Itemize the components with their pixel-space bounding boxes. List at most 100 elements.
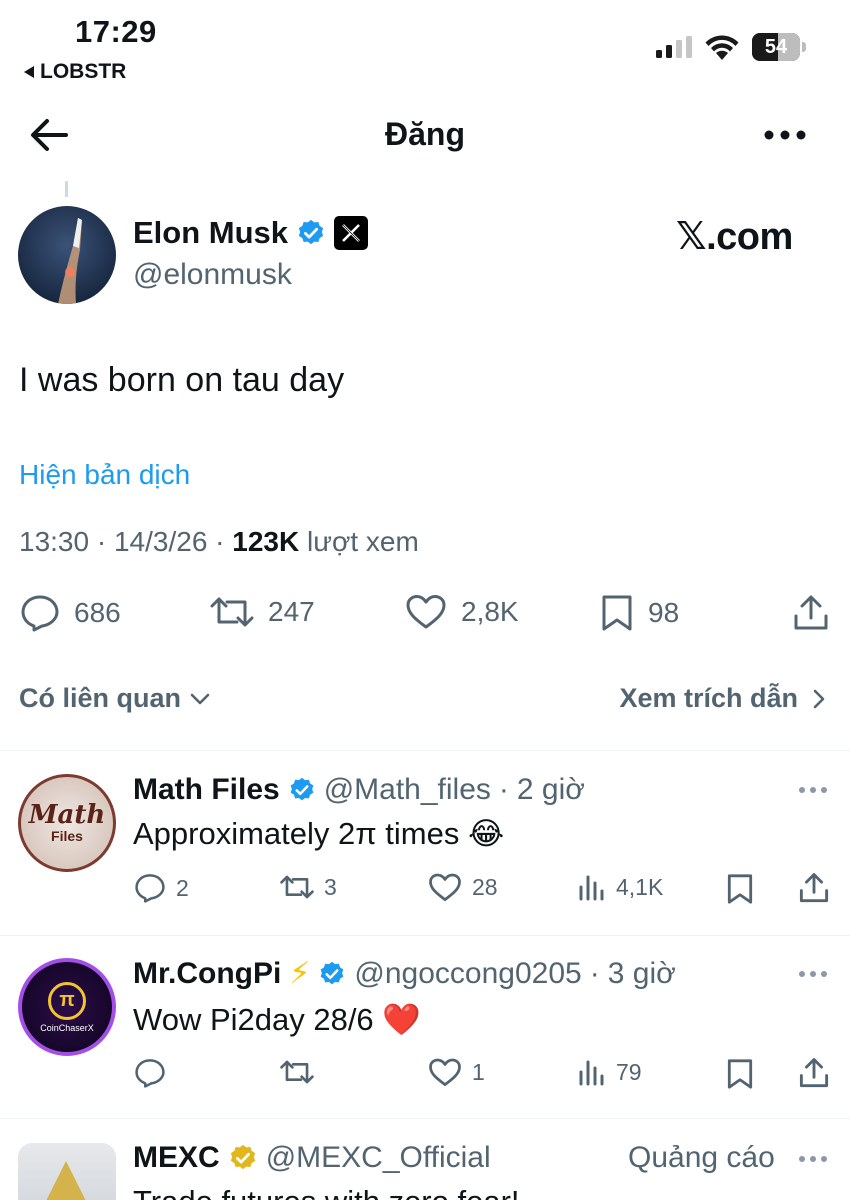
bookmark-icon <box>600 594 634 632</box>
heart-icon <box>428 1058 462 1087</box>
reply-author-name[interactable]: Mr.CongPi <box>133 957 281 991</box>
divider <box>0 1118 850 1119</box>
share-icon[interactable] <box>798 872 830 904</box>
brand-link[interactable]: 𝕏.com <box>676 214 793 259</box>
views-button[interactable]: 4,1K <box>578 873 663 901</box>
avatar-logo-text: Math <box>28 800 106 830</box>
analytics-icon <box>578 1058 606 1086</box>
gold-verified-badge-icon <box>228 1143 258 1173</box>
battery-level: 54 <box>764 36 788 58</box>
sort-relevant-dropdown[interactable]: Có liên quan <box>19 683 211 714</box>
more-options-icon[interactable] <box>798 970 828 978</box>
repost-icon <box>280 873 314 901</box>
avatar[interactable] <box>18 1143 116 1200</box>
lightning-emoji: ⚡ <box>289 957 311 990</box>
reply-count: 686 <box>74 597 121 628</box>
x-affiliate-icon <box>334 216 369 250</box>
translate-link[interactable]: Hiện bản dịch <box>19 459 190 491</box>
mountain-logo-icon <box>46 1161 86 1200</box>
heart-icon <box>428 873 462 902</box>
like-button[interactable]: 2,8K <box>405 594 519 630</box>
author-name-row: Elon Musk <box>133 215 369 251</box>
reply-text: Wow Pi2day 28/6 ❤️ <box>133 1002 421 1037</box>
view-quotes-link[interactable]: Xem trích dẫn <box>619 683 826 714</box>
avatar[interactable]: π CoinChaserX <box>18 958 116 1056</box>
verified-badge-icon <box>318 960 346 988</box>
repost-button[interactable]: 3 <box>280 873 337 901</box>
divider <box>0 935 850 936</box>
avatar-logo-subtext: Files <box>51 828 83 844</box>
status-time: 17:29 <box>75 14 157 49</box>
ad-header: MEXC @MEXC_Official <box>133 1141 491 1175</box>
repost-icon <box>280 1058 314 1086</box>
more-options-icon[interactable] <box>798 786 828 794</box>
reply-icon <box>134 873 166 903</box>
author-name[interactable]: Elon Musk <box>133 215 288 251</box>
battery-icon: 54 <box>752 33 806 61</box>
reply-header: Math Files @Math_files · 2 giờ <box>133 773 585 807</box>
more-options-icon[interactable] <box>798 1155 828 1163</box>
ad-handle[interactable]: @MEXC_Official <box>266 1141 491 1175</box>
reply-button[interactable]: 2 <box>134 873 189 903</box>
verified-badge-icon <box>296 218 326 248</box>
reply-icon <box>20 594 60 632</box>
tweet-meta: 13:30 · 14/3/26 · 123K lượt xem <box>19 526 419 557</box>
tweet-date: 14/3/26 <box>113 526 208 557</box>
repost-icon <box>210 594 254 630</box>
like-count: 2,8K <box>461 596 519 627</box>
reply-author-name[interactable]: Math Files <box>133 773 280 807</box>
avatar[interactable]: Math Files <box>18 774 116 872</box>
sort-label: Có liên quan <box>19 683 181 713</box>
cell-signal-icon <box>656 36 694 58</box>
share-button[interactable] <box>792 594 830 632</box>
wifi-icon <box>704 33 740 61</box>
reply-handle[interactable]: @Math_files <box>324 773 491 807</box>
like-count: 28 <box>472 874 498 900</box>
bookmark-button[interactable]: 98 <box>600 594 679 632</box>
reply-header: Mr.CongPi ⚡ @ngoccong0205 · 3 giờ <box>133 956 676 991</box>
tweet-text: I was born on tau day <box>19 361 345 399</box>
reply-handle[interactable]: @ngoccong0205 <box>354 957 581 991</box>
repost-button[interactable] <box>280 1058 324 1086</box>
chevron-right-icon <box>812 688 826 710</box>
heart-icon <box>405 594 447 630</box>
repost-button[interactable]: 247 <box>210 594 315 630</box>
reply-button[interactable] <box>134 1058 176 1088</box>
reply-icon <box>134 1058 166 1088</box>
ad-author-name[interactable]: MEXC <box>133 1141 220 1175</box>
repost-count: 3 <box>324 873 337 900</box>
avatar[interactable] <box>18 206 116 304</box>
reply-time: 3 giờ <box>607 956 676 990</box>
view-count: 123K <box>232 526 300 557</box>
tweet-time: 13:30 <box>19 526 90 557</box>
author-handle[interactable]: @elonmusk <box>133 258 292 292</box>
ad-text: Trade futures with zero fear! <box>133 1184 520 1200</box>
page-title: Đăng <box>385 116 465 152</box>
reply-button[interactable]: 686 <box>20 594 121 632</box>
share-icon[interactable] <box>798 1057 830 1089</box>
reply-text: Approximately 2π times 😂 <box>133 816 505 851</box>
bookmark-icon[interactable] <box>726 1058 754 1090</box>
bookmark-icon[interactable] <box>726 873 754 905</box>
like-count: 1 <box>472 1059 485 1085</box>
like-button[interactable]: 1 <box>428 1058 485 1087</box>
reply-time: 2 giờ <box>516 773 585 806</box>
view-count: 4,1K <box>616 873 664 900</box>
verified-badge-icon <box>288 776 316 804</box>
views-button[interactable]: 79 <box>578 1058 642 1086</box>
more-options-icon[interactable] <box>764 130 806 140</box>
repost-count: 247 <box>268 596 315 627</box>
reply-count: 2 <box>176 874 189 901</box>
view-count: 79 <box>616 1058 642 1085</box>
share-icon <box>792 594 830 632</box>
divider <box>0 750 850 751</box>
ad-label: Quảng cáo <box>628 1141 775 1174</box>
quotes-label: Xem trích dẫn <box>619 683 798 713</box>
view-label: lượt xem <box>307 526 419 557</box>
back-to-app[interactable]: LOBSTR <box>24 60 126 84</box>
avatar-logo-subtext: CoinChaserX <box>40 1022 94 1033</box>
avatar-logo-text: π <box>48 981 86 1020</box>
back-triangle-icon <box>24 66 34 78</box>
like-button[interactable]: 28 <box>428 873 498 902</box>
back-app-label: LOBSTR <box>40 60 127 83</box>
